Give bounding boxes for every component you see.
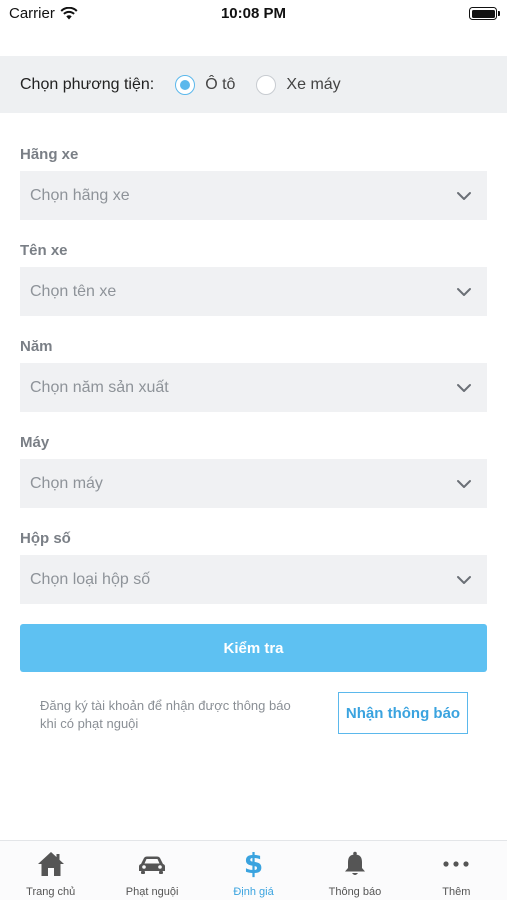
tab-label-notifications: Thông báo xyxy=(328,886,382,898)
get-notifications-button[interactable]: Nhận thông báo xyxy=(338,692,468,734)
tab-fines[interactable]: Phạt nguội xyxy=(101,841,202,900)
gearbox-placeholder: Chọn loại hộp số xyxy=(30,570,151,588)
model-placeholder: Chọn tên xe xyxy=(30,282,117,300)
notification-promo-line1: Đăng ký tài khoản để nhận được thông báo xyxy=(40,698,291,713)
engine-select[interactable]: Chọn máy xyxy=(20,459,487,508)
check-button[interactable]: Kiểm tra xyxy=(20,624,487,672)
model-label: Tên xe xyxy=(20,242,68,259)
chevron-down-icon xyxy=(457,576,471,584)
chevron-down-icon xyxy=(457,480,471,488)
brand-label: Hãng xe xyxy=(20,146,79,163)
brand-select[interactable]: Chọn hãng xe xyxy=(20,171,487,220)
notification-promo: Đăng ký tài khoản để nhận được thông báo… xyxy=(40,697,310,733)
year-label: Năm xyxy=(20,338,53,355)
chevron-down-icon xyxy=(457,192,471,200)
clock: 10:08 PM xyxy=(220,5,287,22)
engine-label: Máy xyxy=(20,434,50,451)
tab-home[interactable]: Trang chủ xyxy=(0,841,101,900)
status-bar: Carrier 10:08 PM xyxy=(0,0,507,28)
notification-promo-line2: khi có phạt nguội xyxy=(40,716,139,731)
gearbox-label: Hộp số xyxy=(20,530,71,547)
year-placeholder: Chọn năm sản xuất xyxy=(30,378,169,396)
chevron-down-icon xyxy=(457,288,471,296)
battery-icon xyxy=(469,7,500,20)
car-icon xyxy=(137,849,167,879)
tab-label-home: Trang chủ xyxy=(26,886,76,898)
brand-placeholder: Chọn hãng xe xyxy=(30,186,130,204)
radio-option-car[interactable]: Ô tô xyxy=(175,74,236,95)
vehicle-type-selector: Chọn phương tiện: Ô tô Xe máy xyxy=(0,56,507,113)
year-select[interactable]: Chọn năm sản xuất xyxy=(20,363,487,412)
engine-placeholder: Chọn máy xyxy=(30,474,103,492)
home-icon xyxy=(36,849,66,879)
tab-label-more: Thêm xyxy=(442,886,471,898)
bell-icon xyxy=(340,849,370,879)
tab-label-valuation: Định giá xyxy=(233,886,274,898)
radio-checked-icon[interactable] xyxy=(175,74,196,95)
radio-unchecked-icon[interactable] xyxy=(256,74,277,95)
tab-more[interactable]: Thêm xyxy=(406,841,507,900)
chevron-down-icon xyxy=(457,384,471,392)
model-select[interactable]: Chọn tên xe xyxy=(20,267,487,316)
vehicle-type-label: Chọn phương tiện: xyxy=(20,75,155,93)
tab-label-fines: Phạt nguội xyxy=(125,886,179,898)
dollar-icon: $ xyxy=(243,847,264,880)
more-icon xyxy=(441,849,471,879)
radio-option-motorbike[interactable]: Xe máy xyxy=(256,74,341,95)
tab-valuation[interactable]: $ Định giá xyxy=(203,841,304,900)
gearbox-select[interactable]: Chọn loại hộp số xyxy=(20,555,487,604)
radio-label-motorbike: Xe máy xyxy=(286,75,341,93)
radio-label-car: Ô tô xyxy=(205,75,236,93)
tab-bar: Trang chủ Phạt nguội $ Định giá Thông bá… xyxy=(0,840,507,900)
tab-notifications[interactable]: Thông báo xyxy=(304,841,405,900)
